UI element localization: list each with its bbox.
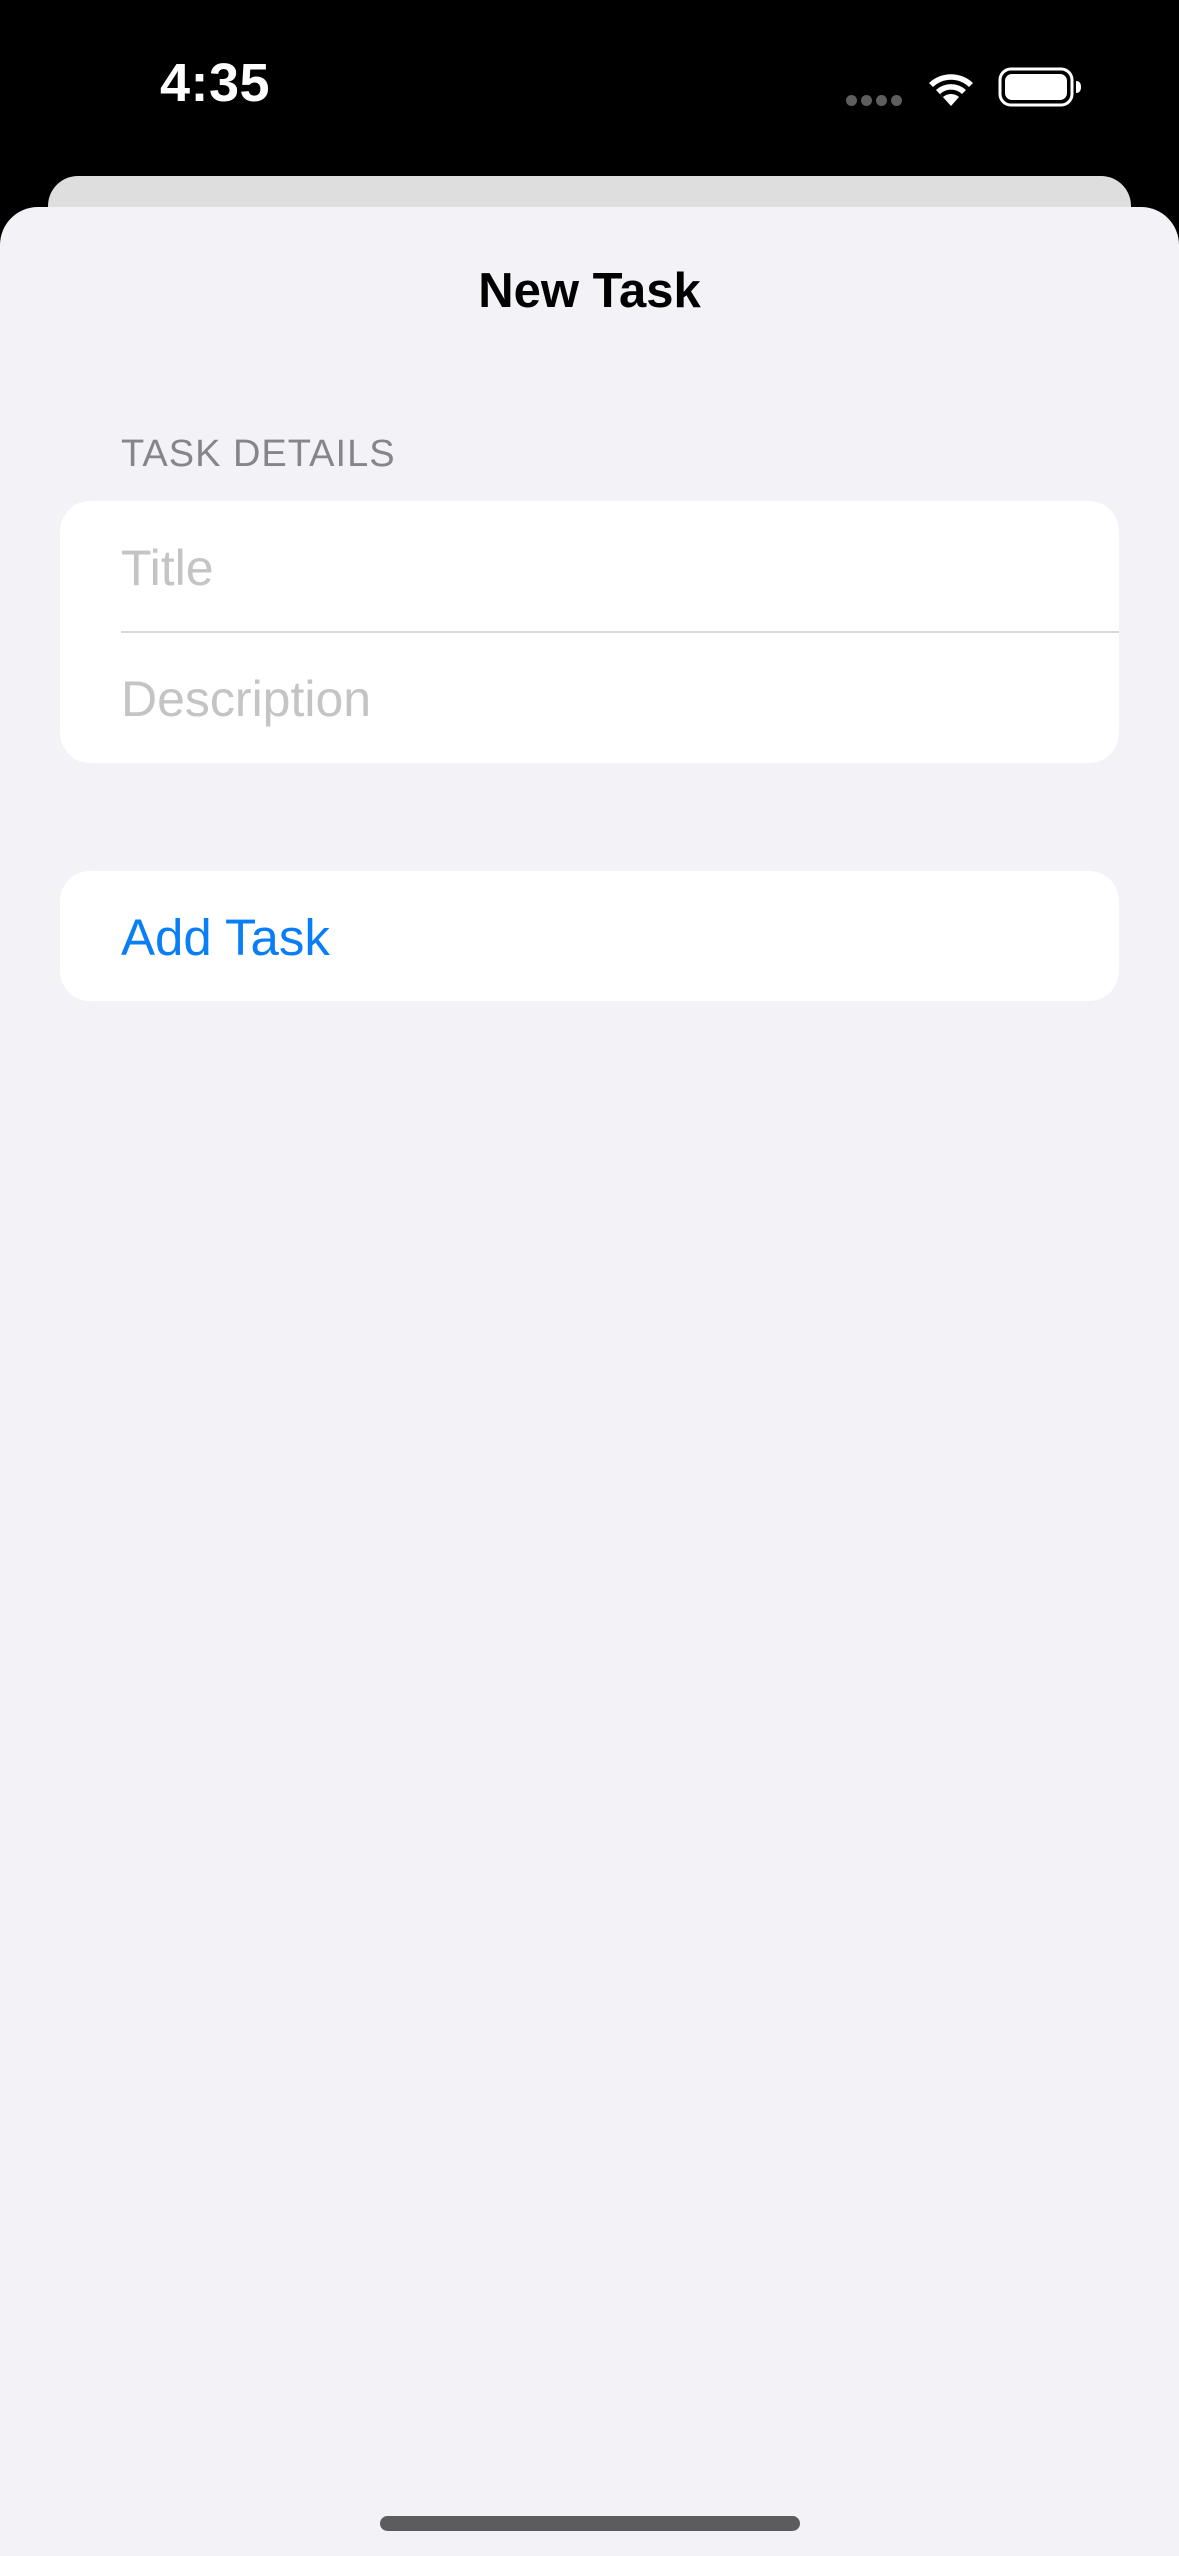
field-divider: [121, 631, 1119, 633]
description-field[interactable]: [121, 664, 1081, 734]
wifi-icon: [929, 74, 973, 106]
cellular-dots-icon: [846, 95, 904, 107]
add-task-button[interactable]: Add Task: [60, 871, 1119, 1001]
screen: 4:35 New Task TASK DETAILS Add Task: [0, 0, 1179, 2556]
task-details-group: [60, 501, 1119, 763]
add-task-label: Add Task: [121, 909, 330, 966]
sheet-title: New Task: [478, 264, 701, 318]
home-indicator[interactable]: [380, 2516, 800, 2531]
status-time: 4:35: [160, 53, 271, 113]
section-header-task-details: TASK DETAILS: [121, 433, 396, 475]
title-field[interactable]: [121, 533, 1081, 603]
new-task-sheet: New Task TASK DETAILS Add Task: [0, 207, 1179, 2556]
battery-icon: [998, 67, 1081, 107]
